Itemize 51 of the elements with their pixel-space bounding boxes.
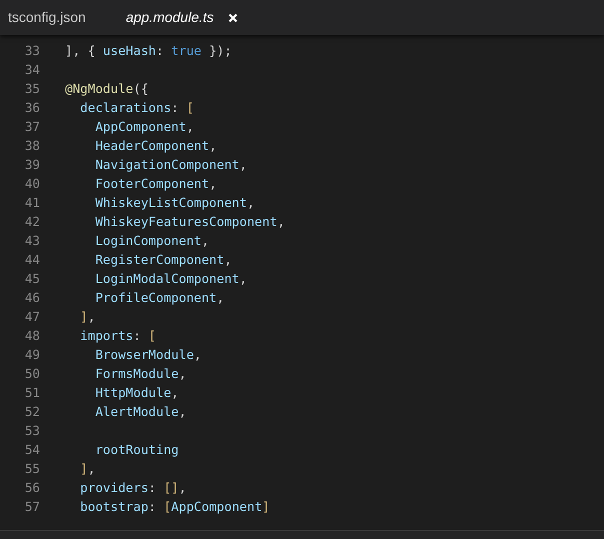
editor-tab[interactable]: app.module.ts xyxy=(106,0,252,35)
code-line: RegisterComponent, xyxy=(94,251,232,270)
code-line: @NgModule({ xyxy=(65,80,148,98)
code-line: NavigationComponent, xyxy=(94,156,247,174)
code-line: BrowserModule, xyxy=(94,346,202,364)
code-line: LoginComponent, xyxy=(94,232,210,250)
line-number: 43 xyxy=(24,232,40,250)
line-number: 55 xyxy=(24,460,40,478)
line-number: 41 xyxy=(24,194,40,212)
line-number: 45 xyxy=(24,270,40,288)
line-number: 35 xyxy=(24,80,40,98)
code-line: LoginModalComponent, xyxy=(94,270,247,288)
code-line: rootRouting xyxy=(94,441,179,460)
line-number: 37 xyxy=(24,118,40,136)
code-line: HeaderComponent, xyxy=(94,137,217,156)
code-line: HttpModule, xyxy=(94,384,179,402)
code-line: FormsModule, xyxy=(94,365,186,384)
line-number: 48 xyxy=(24,327,40,346)
line-number: 36 xyxy=(24,99,40,118)
code-line: FooterComponent, xyxy=(94,175,217,194)
line-number: 38 xyxy=(24,137,40,156)
line-number: 52 xyxy=(24,403,40,422)
code-line: ], xyxy=(79,308,96,326)
code-line: bootstrap: [AppComponent] xyxy=(79,498,270,516)
code-line: ProfileComponent, xyxy=(94,289,224,308)
line-number: 33 xyxy=(24,42,40,60)
editor-tab[interactable]: tsconfig.json xyxy=(0,0,106,35)
line-number: 46 xyxy=(24,289,40,308)
code-line: declarations: [ xyxy=(79,99,194,118)
close-icon[interactable] xyxy=(228,12,238,22)
line-number: 53 xyxy=(24,422,40,440)
line-number: 56 xyxy=(24,479,40,498)
line-number: 40 xyxy=(24,175,40,194)
line-number: 51 xyxy=(24,384,40,402)
code-line: WhiskeyFeaturesComponent, xyxy=(94,213,285,232)
code-line: ], xyxy=(79,460,96,478)
line-number: 34 xyxy=(24,61,40,80)
code-line: ], { useHash: true }); xyxy=(65,42,232,60)
line-number: 39 xyxy=(24,156,40,174)
line-number: 47 xyxy=(24,308,40,326)
line-number: 49 xyxy=(24,346,40,364)
code-line: WhiskeyListComponent, xyxy=(94,194,255,212)
code-line: AlertModule, xyxy=(94,403,186,422)
code-line: providers: [], xyxy=(79,479,186,498)
code-line: imports: [ xyxy=(79,327,156,346)
line-number: 57 xyxy=(24,498,40,516)
line-number: 50 xyxy=(24,365,40,384)
code-line: AppComponent, xyxy=(94,118,194,136)
line-number: 42 xyxy=(24,213,40,232)
line-number: 54 xyxy=(24,441,40,460)
line-number: 44 xyxy=(24,251,40,270)
